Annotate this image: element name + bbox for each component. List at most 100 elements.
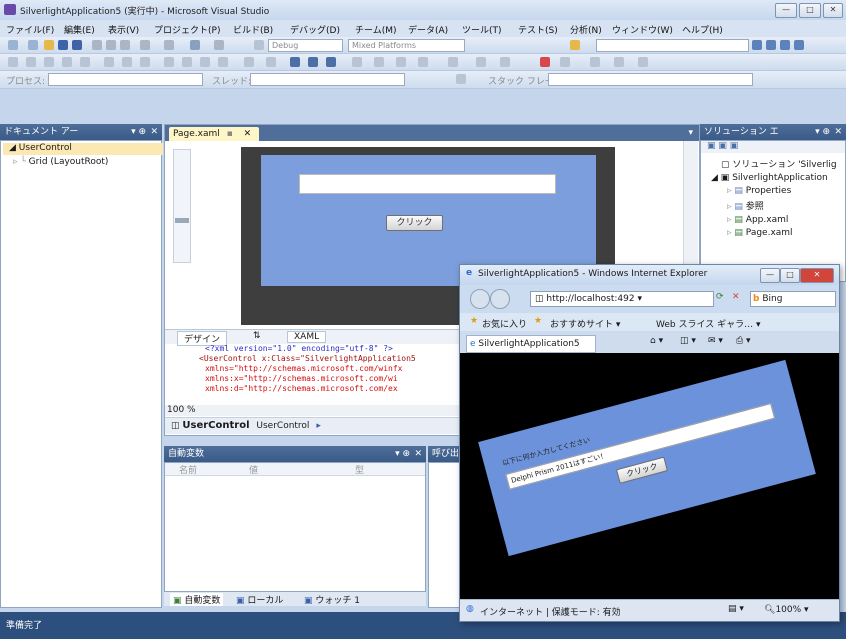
object-browser-icon[interactable]	[780, 40, 790, 50]
restart-icon[interactable]	[326, 57, 336, 67]
undo-icon[interactable]	[140, 40, 150, 50]
bookmark-icon[interactable]	[164, 57, 174, 67]
output-window-icon[interactable]	[476, 57, 486, 67]
menu-analyze[interactable]: 分析(N)	[570, 23, 602, 36]
toggle-flag-icon[interactable]	[456, 74, 466, 84]
tree-properties[interactable]: ▹ ▤ Properties	[727, 186, 845, 196]
zoom-slider-thumb[interactable]	[175, 218, 189, 223]
solution-platform-select[interactable]: Mixed Platforms	[348, 39, 465, 52]
tab-pin-icon[interactable]: ▪	[227, 129, 233, 139]
editor-tab-page-xaml[interactable]: Page.xaml ▪ ✕	[169, 127, 259, 141]
add-favorite-icon[interactable]: ★	[534, 316, 542, 326]
step-over-icon[interactable]	[396, 57, 406, 67]
outdent-icon[interactable]	[62, 57, 72, 67]
ie-minimize-button[interactable]: —	[760, 268, 780, 283]
menu-test[interactable]: テスト(S)	[518, 23, 558, 36]
threads-window-icon[interactable]	[638, 57, 648, 67]
expand-icon[interactable]: ▹	[727, 186, 732, 196]
expand-icon[interactable]: ▹	[727, 228, 732, 238]
tree-item-usercontrol[interactable]: ◢ UserControl	[3, 143, 163, 155]
maximize-button[interactable]: □	[799, 3, 821, 18]
ie-close-button[interactable]: ✕	[800, 268, 834, 283]
watch-window-icon[interactable]	[560, 57, 570, 67]
col-type[interactable]: 型	[355, 463, 364, 476]
format-icon[interactable]	[80, 57, 90, 67]
preview-textbox[interactable]	[299, 174, 556, 194]
open-folder-icon[interactable]	[44, 40, 54, 50]
home-icon[interactable]: ⌂ ▾	[650, 336, 663, 346]
menu-file[interactable]: ファイル(F)	[6, 23, 54, 36]
menu-build[interactable]: ビルド(B)	[233, 23, 273, 36]
tree-app-xaml[interactable]: ▹ ▤ App.xaml	[727, 215, 845, 225]
tree-expand-icon[interactable]: ▹ └	[13, 157, 26, 167]
tab-dropdown-icon[interactable]: ▾	[688, 128, 693, 138]
favorites-label[interactable]: お気に入り	[482, 317, 527, 330]
continue-icon[interactable]	[244, 57, 254, 67]
memory-window-icon[interactable]	[590, 57, 600, 67]
swap-panes-tab[interactable]: ⇅	[253, 331, 261, 341]
close-button[interactable]: ✕	[823, 3, 843, 18]
indent-icon[interactable]	[44, 57, 54, 67]
rotated-click-button[interactable]: クリック	[615, 456, 669, 484]
col-name[interactable]: 名前	[179, 463, 197, 476]
code-zoom-level[interactable]: 100 %	[167, 405, 196, 415]
toolbox-icon[interactable]	[794, 40, 804, 50]
tree-page-xaml[interactable]: ▹ ▤ Page.xaml	[727, 228, 845, 238]
tree-references[interactable]: ▹ ▤ 参照	[727, 199, 845, 212]
preview-button[interactable]: クリック	[386, 215, 443, 231]
panel-close-icon[interactable]: ✕	[150, 124, 158, 140]
tab-autos[interactable]: ▣ 自動変数	[170, 593, 224, 606]
feeds-icon[interactable]: ◫ ▾	[680, 336, 696, 346]
zoom-level[interactable]: 🔍︎100% ▾	[764, 605, 809, 615]
thread-select[interactable]	[250, 73, 405, 86]
step-icon[interactable]	[266, 57, 276, 67]
breadcrumb-item-b[interactable]: UserControl	[256, 421, 309, 431]
panel-close-icon[interactable]: ✕	[414, 446, 422, 462]
save-icon[interactable]	[58, 40, 68, 50]
paste-icon[interactable]	[120, 40, 130, 50]
align-left-icon[interactable]	[104, 57, 114, 67]
copy-icon[interactable]	[106, 40, 116, 50]
stop-icon[interactable]: ✕	[732, 292, 740, 302]
panel-pin-icon[interactable]: ▾ ⊕	[131, 124, 146, 140]
properties-window-icon[interactable]	[766, 40, 776, 50]
address-dropdown-icon[interactable]: ▾	[637, 294, 642, 304]
save-all-icon[interactable]	[72, 40, 82, 50]
menu-window[interactable]: ウィンドウ(W)	[612, 23, 673, 36]
print-icon[interactable]: ⎙ ▾	[736, 336, 751, 346]
menu-team[interactable]: チーム(M)	[355, 23, 397, 36]
navigate-back-icon[interactable]	[190, 40, 200, 50]
menu-data[interactable]: データ(A)	[408, 23, 448, 36]
expand-icon[interactable]: ▹	[727, 202, 732, 212]
find-combo[interactable]	[596, 39, 749, 52]
process-select[interactable]	[48, 73, 203, 86]
menu-edit[interactable]: 編集(E)	[64, 23, 95, 36]
align-center-icon[interactable]	[122, 57, 132, 67]
xaml-tab[interactable]: XAML	[287, 331, 327, 343]
registers-window-icon[interactable]	[614, 57, 624, 67]
hex-display-icon[interactable]	[448, 57, 458, 67]
panel-pin-icon[interactable]: ▾ ⊕	[395, 446, 410, 462]
show-next-statement-icon[interactable]	[352, 57, 362, 67]
navigate-forward-icon[interactable]	[214, 40, 224, 50]
refresh-icon[interactable]: ⟳	[716, 292, 724, 302]
breakpoint-icon[interactable]	[8, 57, 18, 67]
stop-debug-icon[interactable]	[308, 57, 318, 67]
add-item-icon[interactable]	[28, 40, 38, 50]
solution-config-select[interactable]: Debug	[268, 39, 343, 52]
security-icon[interactable]: ▤ ▾	[728, 604, 744, 614]
properties-icon[interactable]: ▣ ▣ ▣	[707, 141, 738, 151]
new-project-icon[interactable]	[8, 40, 18, 50]
menu-project[interactable]: プロジェクト(P)	[154, 23, 220, 36]
comment-icon[interactable]	[26, 57, 36, 67]
panel-close-icon[interactable]: ✕	[834, 124, 842, 140]
zoom-slider[interactable]	[173, 149, 191, 263]
find-in-files-icon[interactable]	[570, 40, 580, 50]
tree-expand-icon[interactable]: ◢	[9, 143, 16, 153]
tab-close-icon[interactable]: ✕	[244, 129, 252, 139]
start-debug-icon[interactable]	[254, 40, 264, 50]
align-right-icon[interactable]	[140, 57, 150, 67]
immediate-window-icon[interactable]	[540, 57, 550, 67]
cut-icon[interactable]	[92, 40, 102, 50]
menu-view[interactable]: 表示(V)	[108, 23, 139, 36]
